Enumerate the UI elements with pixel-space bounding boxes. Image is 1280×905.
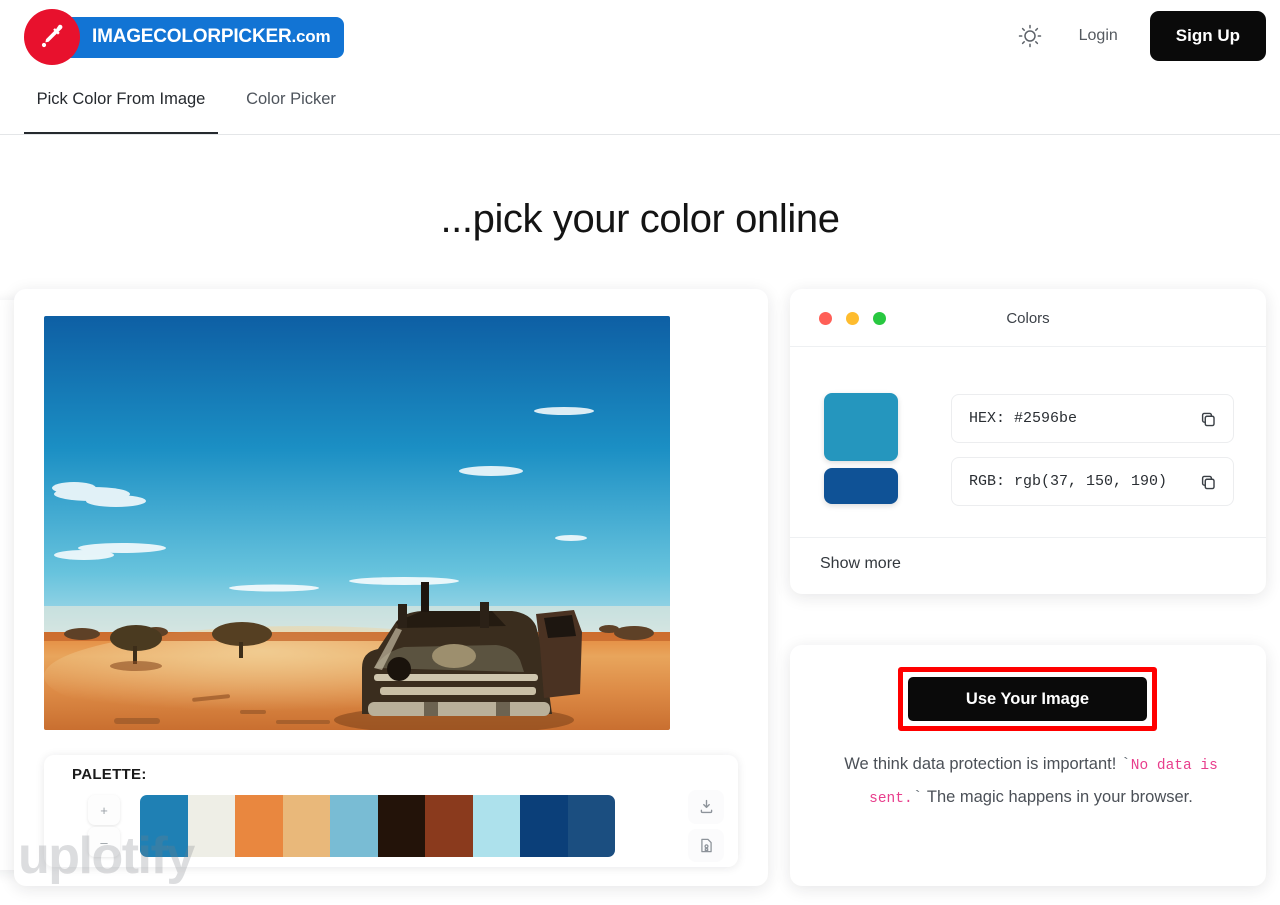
eyedropper-icon	[24, 9, 80, 65]
logo-wordmark: IMAGECOLORPICKER.com	[92, 26, 331, 47]
palette-swatch[interactable]	[377, 795, 425, 857]
page-root: IMAGECOLORPICKER.com Login Sign Up Pick …	[0, 0, 1280, 905]
login-link[interactable]: Login	[1069, 21, 1128, 51]
hex-value-text: HEX: #2596be	[969, 410, 1078, 427]
colors-panel-header: Colors	[790, 289, 1266, 347]
colors-panel-footer: Show more	[790, 537, 1266, 593]
tab-pick-color-from-image[interactable]: Pick Color From Image	[24, 80, 218, 134]
copy-icon[interactable]	[1195, 469, 1221, 495]
palette-swatch[interactable]	[472, 795, 520, 857]
privacy-note-part1: We think data protection is important!	[844, 755, 1121, 773]
palette-swatch[interactable]	[235, 795, 283, 857]
use-image-panel: Use Your Image We think data protection …	[790, 645, 1266, 886]
signup-button[interactable]: Sign Up	[1149, 11, 1266, 61]
palette-size-controls: + –	[88, 795, 120, 857]
use-your-image-button[interactable]: Use Your Image	[906, 675, 1149, 723]
show-more-link[interactable]: Show more	[820, 555, 901, 573]
colors-panel-body: HEX: #2596be RGB: rgb(37, 150, 190)	[790, 347, 1266, 537]
palette-swatch[interactable]	[425, 795, 473, 857]
colors-panel: Colors HEX: #2596be RGB: rgb(37, 150, 19…	[790, 289, 1266, 594]
palette-card: PALETTE: + –	[44, 755, 738, 867]
hex-value-field[interactable]: HEX: #2596be	[951, 394, 1234, 443]
privacy-note: We think data protection is important! `…	[844, 755, 1218, 807]
palette-swatch[interactable]	[330, 795, 378, 857]
palette-actions	[688, 790, 724, 862]
palette-swatch[interactable]	[567, 795, 615, 857]
use-image-highlight: Use Your Image	[898, 667, 1157, 731]
site-logo[interactable]: IMAGECOLORPICKER.com	[24, 9, 345, 65]
palette-swatch[interactable]	[187, 795, 235, 857]
logo-wordmark-pill: IMAGECOLORPICKER.com	[58, 16, 345, 58]
palette-swatches	[140, 795, 615, 857]
colors-panel-title: Colors	[1006, 310, 1050, 327]
copy-icon[interactable]	[1195, 406, 1221, 432]
palette-remove-button[interactable]: –	[88, 827, 120, 857]
download-icon[interactable]	[688, 790, 724, 824]
privacy-note-part2: The magic happens in your browser.	[922, 788, 1193, 806]
save-file-icon[interactable]	[688, 828, 724, 862]
palette-swatch[interactable]	[140, 795, 188, 857]
secondary-color-swatch[interactable]	[824, 468, 898, 504]
rgb-value-field[interactable]: RGB: rgb(37, 150, 190)	[951, 457, 1234, 506]
selected-color-swatch[interactable]	[824, 393, 898, 461]
header-actions: Login Sign Up	[1013, 11, 1266, 61]
palette-label: PALETTE:	[72, 766, 147, 783]
sun-icon[interactable]	[1013, 19, 1047, 53]
palette-swatch[interactable]	[520, 795, 568, 857]
palette-add-button[interactable]: +	[88, 795, 120, 825]
image-workspace-card: PALETTE: + –	[14, 289, 768, 886]
rgb-value-text: RGB: rgb(37, 150, 190)	[969, 473, 1168, 490]
main-tabs: Pick Color From Image Color Picker	[0, 80, 1280, 135]
palette-swatch[interactable]	[282, 795, 330, 857]
tab-color-picker[interactable]: Color Picker	[242, 80, 340, 134]
site-header: IMAGECOLORPICKER.com Login Sign Up	[0, 0, 1280, 73]
page-title: ...pick your color online	[440, 197, 840, 241]
source-image[interactable]	[44, 316, 670, 730]
